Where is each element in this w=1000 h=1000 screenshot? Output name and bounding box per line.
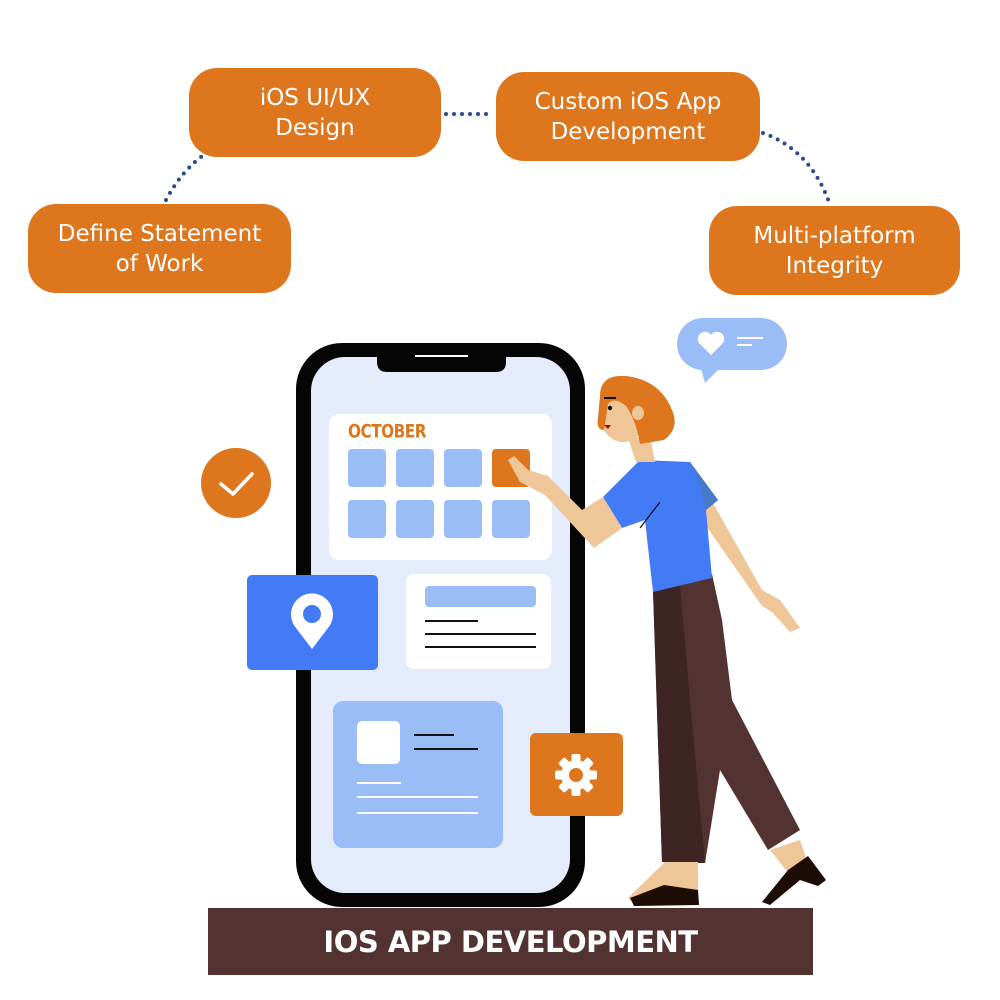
calendar-day-cell bbox=[396, 500, 434, 538]
gear-icon bbox=[555, 754, 597, 796]
check-badge bbox=[201, 448, 271, 518]
calendar-day-cell bbox=[492, 500, 530, 538]
calendar-month-label: OCTOBER bbox=[348, 422, 426, 443]
illustration: OCTOBER bbox=[201, 318, 826, 907]
calendar-card: OCTOBER bbox=[329, 414, 552, 560]
calendar-day-cell bbox=[396, 449, 434, 487]
calendar-day-cell bbox=[444, 500, 482, 538]
calendar-day-cell bbox=[348, 500, 386, 538]
text-card bbox=[406, 574, 551, 669]
profile-card bbox=[333, 701, 503, 848]
settings-card bbox=[530, 733, 623, 816]
location-card bbox=[247, 575, 378, 670]
speech-bubble-icon bbox=[677, 318, 787, 383]
calendar-day-cell bbox=[348, 449, 386, 487]
banner-title: IOS APP DEVELOPMENT bbox=[208, 908, 813, 975]
calendar-day-cell bbox=[444, 449, 482, 487]
